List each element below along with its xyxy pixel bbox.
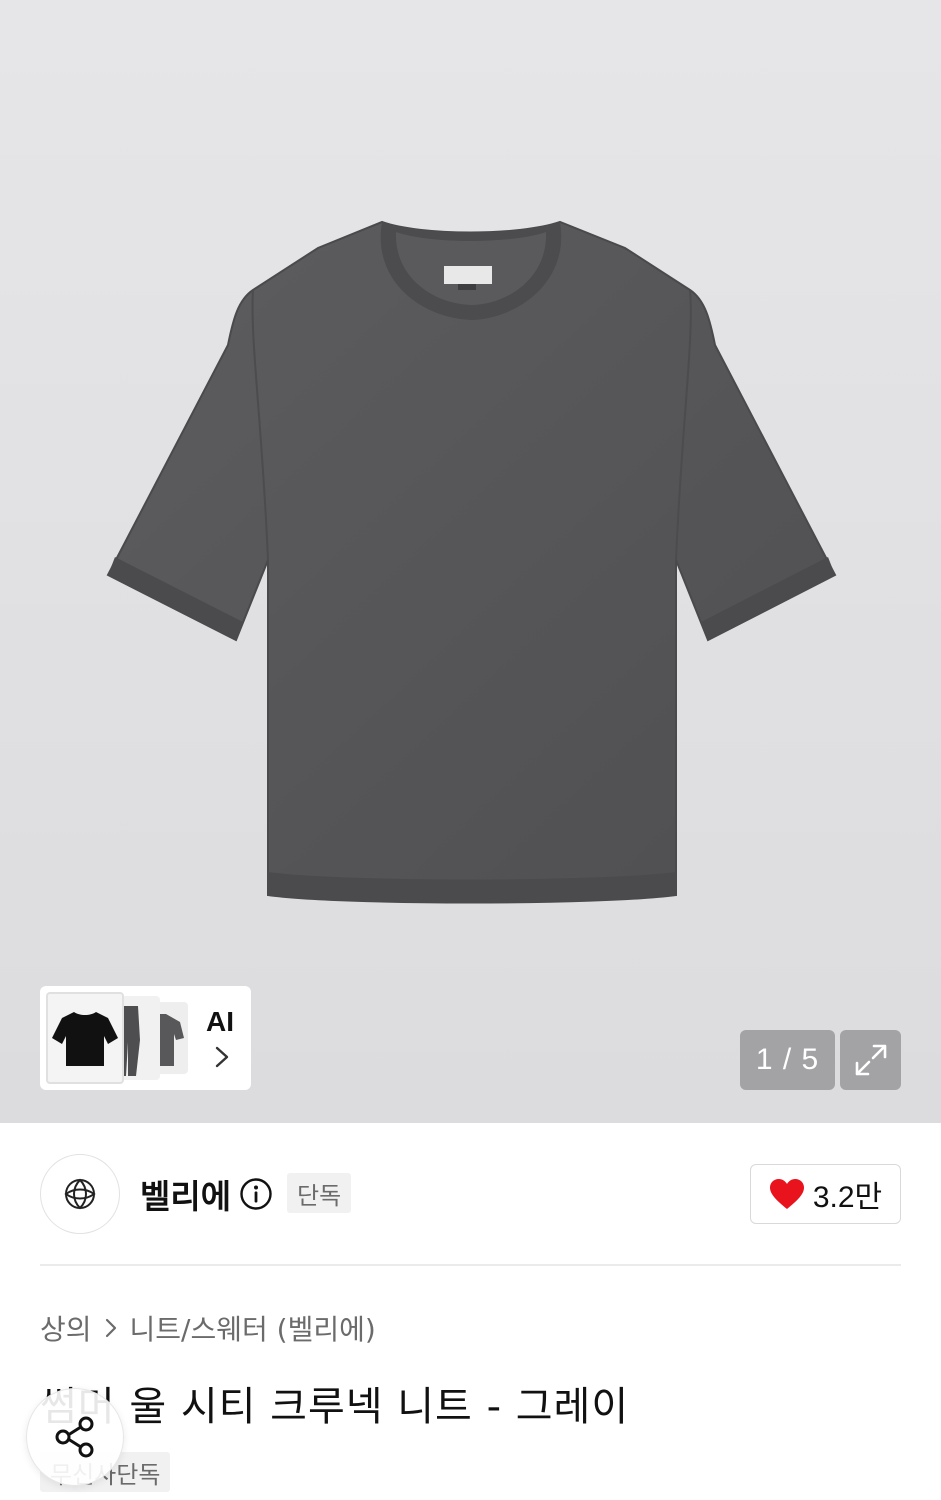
- product-image: [0, 0, 941, 1123]
- share-icon: [55, 1416, 94, 1458]
- chevron-right-icon: [215, 1046, 229, 1068]
- product-title: 썸머 울 시티 크루넥 니트 - 그레이: [40, 1384, 630, 1430]
- breadcrumb: 상의 니트/스웨터 (벨리에): [40, 1308, 376, 1348]
- expand-button[interactable]: [840, 1030, 901, 1090]
- info-icon[interactable]: [239, 1177, 273, 1211]
- ai-thumbnail-stack: [46, 992, 196, 1084]
- breadcrumb-category[interactable]: 상의: [40, 1308, 92, 1348]
- heart-icon: [769, 1179, 804, 1209]
- brand-logo[interactable]: [40, 1154, 120, 1234]
- chevron-right-icon: [105, 1318, 116, 1338]
- breadcrumb-subcategory[interactable]: 니트/스웨터 (벨리에): [130, 1308, 376, 1348]
- brand-name[interactable]: 벨리에: [140, 1170, 231, 1218]
- ai-label: AI: [206, 1006, 234, 1037]
- ai-thumbnail: [46, 992, 124, 1084]
- like-button[interactable]: 3.2만: [750, 1164, 901, 1224]
- ai-styling-card[interactable]: AI: [40, 986, 251, 1090]
- exclusive-badge: 단독: [287, 1173, 352, 1213]
- brand-logo-icon: [64, 1178, 96, 1210]
- product-image-gallery[interactable]: AI 1 / 5: [0, 0, 941, 1123]
- page-counter: 1 / 5: [740, 1030, 835, 1090]
- expand-icon: [855, 1044, 886, 1076]
- divider: [40, 1264, 901, 1266]
- share-button[interactable]: [26, 1388, 124, 1486]
- like-count: 3.2만: [812, 1181, 883, 1214]
